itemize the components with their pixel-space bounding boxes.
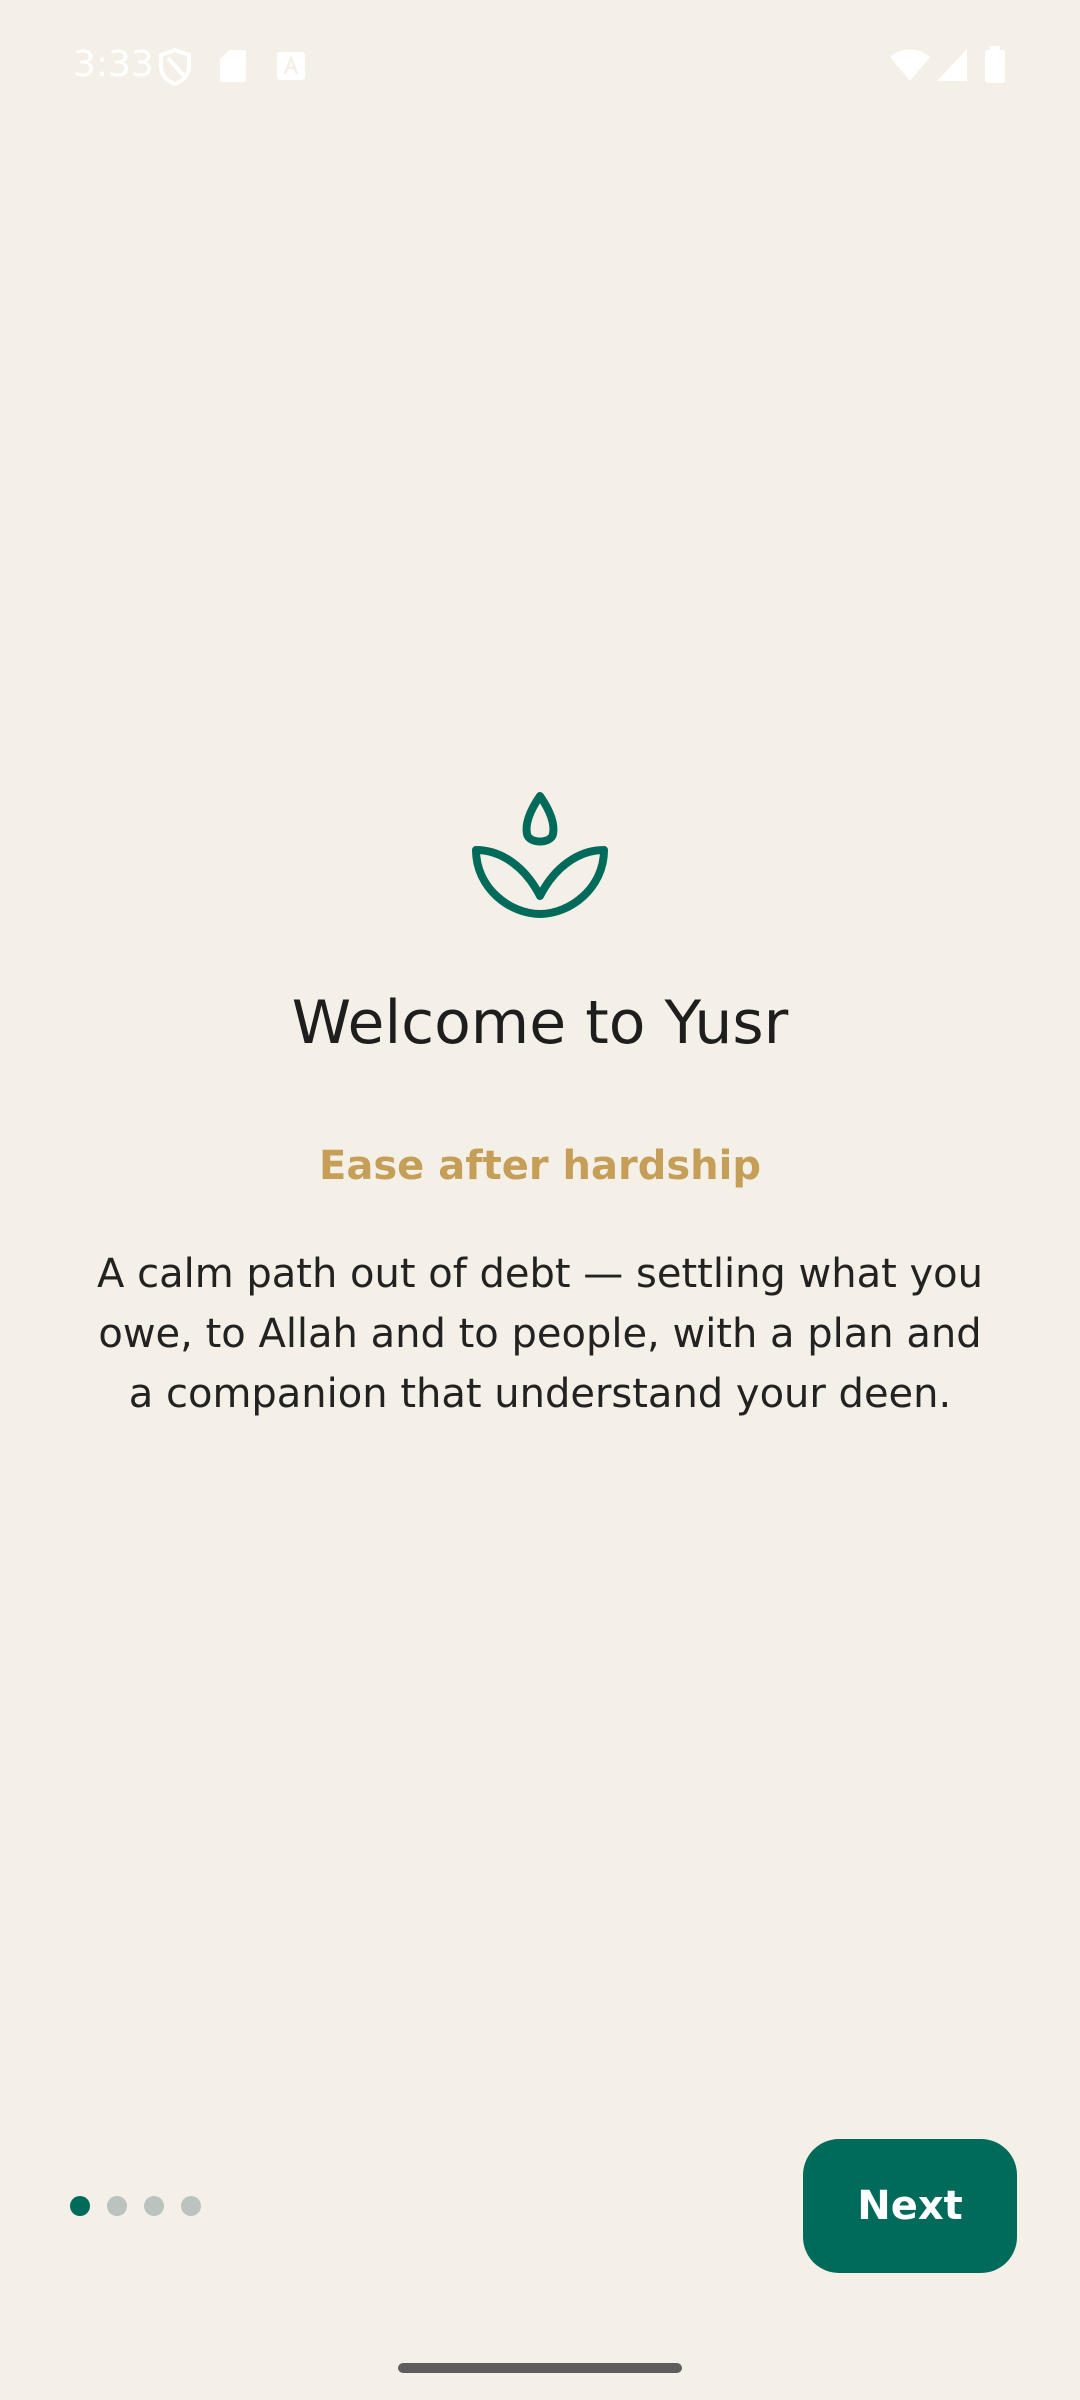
home-indicator[interactable] [398, 2363, 682, 2373]
status-time: 3:33 [73, 44, 154, 85]
tagline: Ease after hardship [319, 1143, 761, 1189]
status-bar: 3:33 [0, 0, 1080, 132]
page-dot[interactable] [107, 2196, 127, 2216]
sprout-leaves-icon [472, 792, 608, 918]
next-button[interactable]: Next [803, 2139, 1017, 2273]
page-dot[interactable] [144, 2196, 164, 2216]
wifi-icon [890, 49, 930, 81]
font-a-icon [277, 52, 305, 80]
signal-icon [937, 49, 967, 81]
sd-card-icon [220, 50, 246, 82]
page-title: Welcome to Yusr [291, 988, 789, 1058]
page-indicator [70, 2196, 201, 2216]
description-text: A calm path out of debt — settling what … [97, 1251, 983, 1417]
page-dot[interactable] [181, 2196, 201, 2216]
battery-icon [985, 46, 1005, 83]
shield-icon [159, 48, 191, 86]
page-dot-active[interactable] [70, 2196, 90, 2216]
